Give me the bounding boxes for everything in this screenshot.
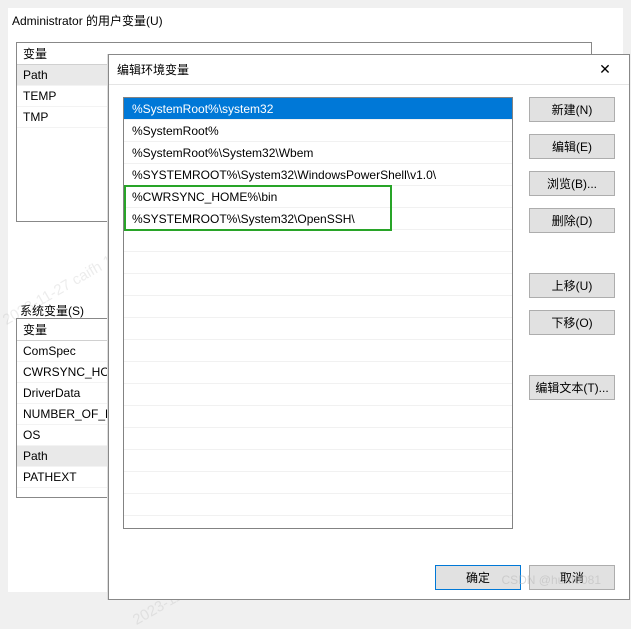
dialog-button-column: 新建(N) 编辑(E) 浏览(B)... 删除(D) 上移(U) 下移(O) 编… xyxy=(529,97,615,412)
path-list-item[interactable]: %CWRSYNC_HOME%\bin xyxy=(124,186,512,208)
cancel-button[interactable]: 取消 xyxy=(529,565,615,590)
ok-button[interactable]: 确定 xyxy=(435,565,521,590)
path-list-blank[interactable] xyxy=(124,230,512,252)
delete-button[interactable]: 删除(D) xyxy=(529,208,615,233)
edit-text-button[interactable]: 编辑文本(T)... xyxy=(529,375,615,400)
path-list-blank[interactable] xyxy=(124,494,512,516)
path-values-listbox[interactable]: %SystemRoot%\system32%SystemRoot%%System… xyxy=(123,97,513,529)
path-list-item[interactable]: %SystemRoot%\system32 xyxy=(124,98,512,120)
close-icon[interactable]: ✕ xyxy=(589,58,621,82)
dialog-title: 编辑环境变量 xyxy=(117,61,589,78)
path-list-blank[interactable] xyxy=(124,472,512,494)
path-list-blank[interactable] xyxy=(124,384,512,406)
path-list-blank[interactable] xyxy=(124,296,512,318)
dialog-titlebar[interactable]: 编辑环境变量 ✕ xyxy=(109,55,629,85)
path-list-blank[interactable] xyxy=(124,406,512,428)
path-list-blank[interactable] xyxy=(124,450,512,472)
dialog-body: %SystemRoot%\system32%SystemRoot%%System… xyxy=(109,85,629,555)
user-vars-label: Administrator 的用户变量(U) xyxy=(12,12,623,29)
path-list-item[interactable]: %SYSTEMROOT%\System32\WindowsPowerShell\… xyxy=(124,164,512,186)
browse-button[interactable]: 浏览(B)... xyxy=(529,171,615,196)
path-list-item[interactable]: %SYSTEMROOT%\System32\OpenSSH\ xyxy=(124,208,512,230)
path-list-blank[interactable] xyxy=(124,318,512,340)
edit-button[interactable]: 编辑(E) xyxy=(529,134,615,159)
new-button[interactable]: 新建(N) xyxy=(529,97,615,122)
move-up-button[interactable]: 上移(U) xyxy=(529,273,615,298)
path-list-blank[interactable] xyxy=(124,362,512,384)
edit-env-var-dialog: 编辑环境变量 ✕ %SystemRoot%\system32%SystemRoo… xyxy=(108,54,630,600)
system-vars-label: 系统变量(S) xyxy=(20,302,84,319)
path-list-blank[interactable] xyxy=(124,274,512,296)
path-list-blank[interactable] xyxy=(124,428,512,450)
move-down-button[interactable]: 下移(O) xyxy=(529,310,615,335)
path-list-blank[interactable] xyxy=(124,340,512,362)
path-list-blank[interactable] xyxy=(124,252,512,274)
path-list-item[interactable]: %SystemRoot%\System32\Wbem xyxy=(124,142,512,164)
path-list-item[interactable]: %SystemRoot% xyxy=(124,120,512,142)
dialog-footer: 确定 取消 xyxy=(109,555,629,599)
